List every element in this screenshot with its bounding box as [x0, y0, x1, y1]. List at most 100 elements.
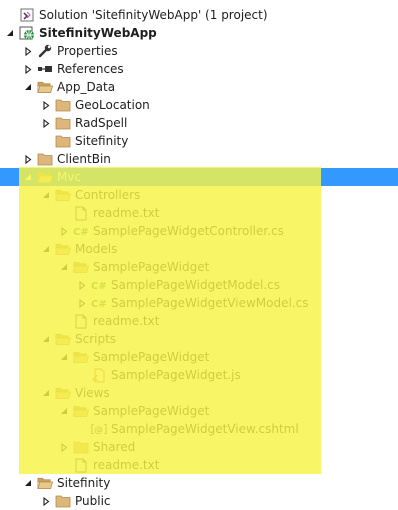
tree-item-references[interactable]: References — [0, 60, 398, 78]
collapse-caret-icon[interactable] — [23, 46, 33, 56]
tree-item-shared[interactable]: Shared — [0, 438, 398, 456]
tree-item-radspell[interactable]: RadSpell — [0, 114, 398, 132]
caret-spacer — [59, 316, 69, 326]
collapse-caret-icon[interactable] — [23, 154, 33, 164]
expand-caret-icon[interactable] — [23, 82, 33, 92]
tree-item-samplepagewidgetcontroller-cs[interactable]: C# SamplePageWidgetController.cs — [0, 222, 398, 240]
caret-spacer — [77, 370, 87, 380]
tree-item-samplepagewidget-js[interactable]: SamplePageWidget.js — [0, 366, 398, 384]
tree-item-label: App_Data — [57, 80, 116, 94]
folder-open-icon — [55, 385, 71, 401]
collapse-caret-icon[interactable] — [59, 442, 69, 452]
tree-item-public[interactable]: Public — [0, 492, 398, 510]
tree-item-readme-txt[interactable]: readme.txt — [0, 456, 398, 474]
tree-item-sitefinity[interactable]: Sitefinity — [0, 132, 398, 150]
text-file-icon — [73, 313, 89, 329]
csharp-file-icon: C# — [73, 223, 89, 239]
tree-item-label: SamplePageWidget — [93, 404, 210, 418]
tree-item-label: ClientBin — [57, 152, 111, 166]
tree-item-sitefinity[interactable]: Sitefinity — [0, 474, 398, 492]
tree-item-label: RadSpell — [75, 116, 128, 130]
svg-text:@: @ — [94, 426, 103, 436]
references-icon — [37, 61, 53, 77]
tree-item-samplepagewidgetview-cshtml[interactable]: @ SamplePageWidgetView.cshtml — [0, 420, 398, 438]
expand-caret-icon[interactable] — [41, 190, 51, 200]
collapse-caret-icon[interactable] — [77, 298, 87, 308]
tree-item-samplepagewidget[interactable]: SamplePageWidget — [0, 348, 398, 366]
folder-open-icon — [37, 475, 53, 491]
svg-text:C#: C# — [73, 227, 89, 238]
razor-file-icon: @ — [91, 421, 107, 437]
tree-item-label: readme.txt — [93, 458, 160, 472]
collapse-caret-icon[interactable] — [41, 118, 51, 128]
tree-item-samplepagewidget[interactable]: SamplePageWidget — [0, 402, 398, 420]
js-file-icon — [91, 367, 107, 383]
tree-item-label: SamplePageWidgetView.cshtml — [111, 422, 299, 436]
tree-item-label: Solution 'SitefinityWebApp' (1 project) — [39, 8, 268, 22]
folder-open-icon — [73, 259, 89, 275]
folder-open-icon — [55, 241, 71, 257]
csharp-file-icon: C# — [91, 277, 107, 293]
folder-open-icon — [55, 187, 71, 203]
caret-spacer — [5, 10, 15, 20]
collapse-caret-icon[interactable] — [77, 280, 87, 290]
tree-item-clientbin[interactable]: ClientBin — [0, 150, 398, 168]
caret-spacer — [59, 208, 69, 218]
expand-caret-icon[interactable] — [23, 172, 33, 182]
tree-item-samplepagewidget[interactable]: SamplePageWidget — [0, 258, 398, 276]
expand-caret-icon[interactable] — [41, 244, 51, 254]
tree-item-scripts[interactable]: Scripts — [0, 330, 398, 348]
tree-item-label: SamplePageWidget — [93, 260, 210, 274]
solution-icon — [19, 7, 35, 23]
tree-item-label: SitefinityWebApp — [39, 26, 157, 40]
folder-icon — [73, 439, 89, 455]
tree-item-models[interactable]: Models — [0, 240, 398, 258]
tree-item-label: SamplePageWidgetViewModel.cs — [111, 296, 309, 310]
folder-open-icon — [37, 169, 53, 185]
folder-open-icon — [37, 79, 53, 95]
tree-item-label: Scripts — [75, 332, 117, 346]
tree-item-properties[interactable]: Properties — [0, 42, 398, 60]
tree-item-label: Properties — [57, 44, 118, 58]
expand-caret-icon[interactable] — [59, 406, 69, 416]
tree-item-label: Shared — [93, 440, 136, 454]
tree-item-label: SamplePageWidgetController.cs — [93, 224, 284, 238]
tree-item-mvc[interactable]: Mvc — [0, 168, 398, 186]
solution-explorer-tree: Solution 'SitefinityWebApp' (1 project) S… — [0, 0, 398, 510]
expand-caret-icon[interactable] — [59, 262, 69, 272]
collapse-caret-icon[interactable] — [23, 64, 33, 74]
tree-item-label: GeoLocation — [75, 98, 150, 112]
web-project-icon — [19, 25, 35, 41]
expand-caret-icon[interactable] — [5, 28, 15, 38]
tree-item-label: Public — [75, 494, 111, 508]
expand-caret-icon[interactable] — [41, 334, 51, 344]
tree-item-readme-txt[interactable]: readme.txt — [0, 312, 398, 330]
tree-item-label: Sitefinity — [57, 476, 111, 490]
tree-item-label: SamplePageWidgetModel.cs — [111, 278, 280, 292]
folder-icon — [37, 151, 53, 167]
tree-item-samplepagewidgetmodel-cs[interactable]: C# SamplePageWidgetModel.cs — [0, 276, 398, 294]
svg-text:C#: C# — [91, 281, 107, 292]
collapse-caret-icon[interactable] — [41, 496, 51, 506]
tree-item-label: readme.txt — [93, 206, 160, 220]
tree-item-app-data[interactable]: App_Data — [0, 78, 398, 96]
wrench-icon — [37, 43, 53, 59]
tree-item-sitefinitywebapp[interactable]: SitefinityWebApp — [0, 24, 398, 42]
tree-item-geolocation[interactable]: GeoLocation — [0, 96, 398, 114]
expand-caret-icon[interactable] — [59, 352, 69, 362]
tree-item-solution-sitefinitywebapp-1-project[interactable]: Solution 'SitefinityWebApp' (1 project) — [0, 6, 398, 24]
tree-item-controllers[interactable]: Controllers — [0, 186, 398, 204]
expand-caret-icon[interactable] — [41, 388, 51, 398]
tree-item-samplepagewidgetviewmodel-cs[interactable]: C# SamplePageWidgetViewModel.cs — [0, 294, 398, 312]
csharp-file-icon: C# — [91, 295, 107, 311]
collapse-caret-icon[interactable] — [59, 226, 69, 236]
folder-icon — [55, 493, 71, 509]
caret-spacer — [59, 460, 69, 470]
expand-caret-icon[interactable] — [23, 478, 33, 488]
collapse-caret-icon[interactable] — [41, 100, 51, 110]
folder-open-icon — [55, 331, 71, 347]
folder-icon — [55, 133, 71, 149]
caret-spacer — [77, 424, 87, 434]
tree-item-views[interactable]: Views — [0, 384, 398, 402]
tree-item-readme-txt[interactable]: readme.txt — [0, 204, 398, 222]
